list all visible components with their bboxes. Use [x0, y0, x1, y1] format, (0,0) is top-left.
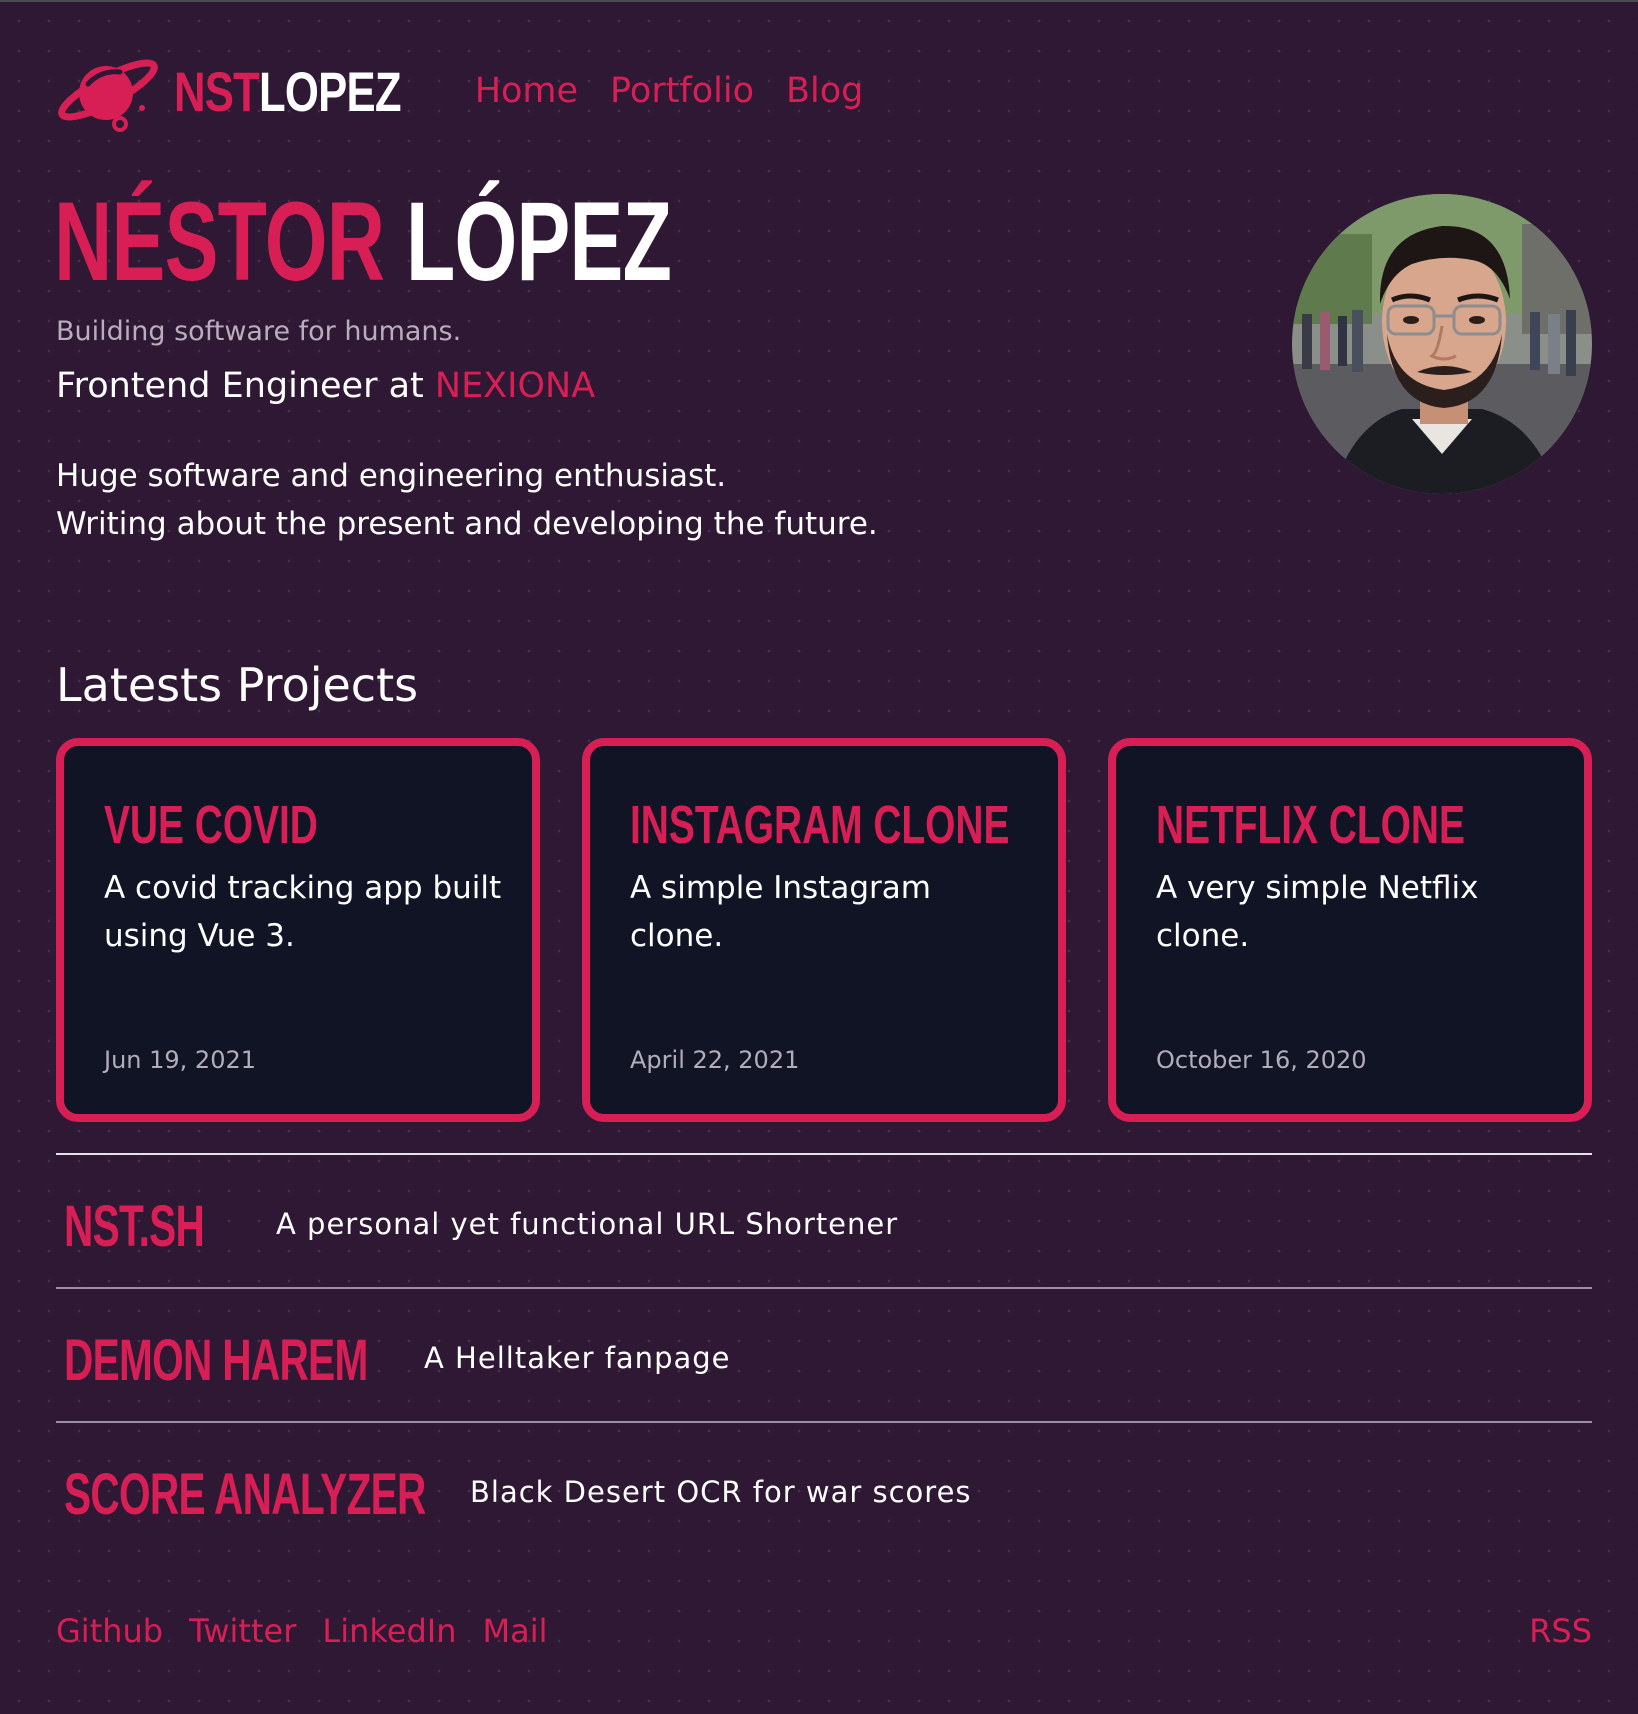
project-card-instagram-clone[interactable]: INSTAGRAM CLONE A simple Instagram clone…: [582, 738, 1066, 1122]
hero-role-prefix: Frontend Engineer at: [56, 366, 435, 406]
project-card-title: VUE COVID: [104, 795, 318, 855]
more-project-name: SCORE ANALYZER: [64, 1462, 426, 1527]
project-card-description: A very simple Netflix clone.: [1156, 870, 1479, 954]
hero-name: NÉSTOR LÓPEZ: [54, 179, 672, 304]
company-link[interactable]: NEXIONA: [435, 366, 595, 406]
project-card-date: October 16, 2020: [1156, 1046, 1367, 1074]
more-project-description: Black Desert OCR for war scores: [470, 1475, 972, 1509]
linkedin-link[interactable]: LinkedIn: [322, 1612, 456, 1650]
site-header: NSTLOPEZ Home Portfolio Blog: [56, 46, 895, 136]
hero-role: Frontend Engineer at NEXIONA: [56, 366, 595, 406]
project-card-netflix-clone[interactable]: NETFLIX CLONE A very simple Netflix clon…: [1108, 738, 1592, 1122]
logo-wordmark-first: NST: [174, 59, 260, 123]
more-project-description: A Helltaker fanpage: [424, 1341, 731, 1375]
more-project-demon-harem[interactable]: DEMON HAREM A Helltaker fanpage: [56, 1287, 1592, 1421]
logo-wordmark-second: LOPEZ: [259, 59, 401, 123]
hero-bio: Huge software and engineering enthusiast…: [56, 452, 878, 548]
project-card-vue-covid[interactable]: VUE COVID A covid tracking app built usi…: [56, 738, 540, 1122]
project-cards: VUE COVID A covid tracking app built usi…: [56, 738, 1592, 1122]
twitter-link[interactable]: Twitter: [189, 1612, 296, 1650]
main-nav: Home Portfolio Blog: [475, 71, 896, 111]
hero-bio-line: Writing about the present and developing…: [56, 506, 878, 542]
project-card-description: A simple Instagram clone.: [630, 870, 931, 954]
more-project-name: NST.SH: [64, 1194, 205, 1259]
mail-link[interactable]: Mail: [482, 1612, 547, 1650]
planet-icon: [58, 59, 158, 132]
nav-home-link[interactable]: Home: [475, 71, 578, 111]
project-card-date: Jun 19, 2021: [104, 1046, 257, 1074]
more-project-name: DEMON HAREM: [64, 1328, 368, 1393]
more-projects-list: NST.SH A personal yet functional URL Sho…: [56, 1153, 1592, 1555]
project-card-date: April 22, 2021: [630, 1046, 800, 1074]
more-project-description: A personal yet functional URL Shortener: [276, 1207, 899, 1241]
github-link[interactable]: Github: [56, 1612, 163, 1650]
avatar-photo: [1292, 194, 1592, 494]
project-card-description: A covid tracking app built using Vue 3.: [104, 870, 502, 954]
rss-link[interactable]: RSS: [1529, 1612, 1592, 1650]
project-card-title: NETFLIX CLONE: [1156, 795, 1465, 855]
hero-bio-line: Huge software and engineering enthusiast…: [56, 458, 727, 494]
social-links: Github Twitter LinkedIn Mail: [56, 1612, 573, 1650]
hero-first-name: NÉSTOR: [54, 179, 385, 304]
nav-portfolio-link[interactable]: Portfolio: [610, 71, 754, 111]
projects-section-title: Latests Projects: [56, 658, 419, 712]
hero-last-name: LÓPEZ: [405, 179, 672, 304]
hero-tagline: Building software for humans.: [56, 316, 462, 347]
site-logo[interactable]: NSTLOPEZ: [56, 46, 465, 136]
project-card-title: INSTAGRAM CLONE: [630, 795, 1010, 855]
avatar: [1292, 194, 1592, 494]
site-footer: Github Twitter LinkedIn Mail RSS: [56, 1612, 1592, 1662]
more-project-nst-sh[interactable]: NST.SH A personal yet functional URL Sho…: [56, 1153, 1592, 1287]
logo-wordmark: NSTLOPEZ: [174, 59, 402, 124]
more-project-score-analyzer[interactable]: SCORE ANALYZER Black Desert OCR for war …: [56, 1421, 1592, 1555]
nav-blog-link[interactable]: Blog: [786, 71, 863, 111]
